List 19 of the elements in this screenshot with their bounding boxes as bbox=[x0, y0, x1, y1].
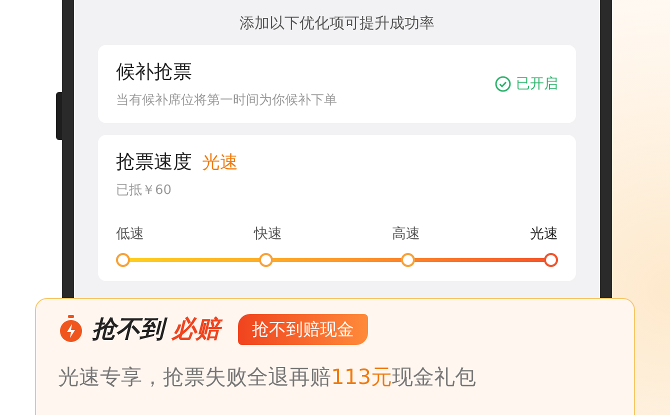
slider-stop[interactable] bbox=[258, 253, 273, 267]
waitlist-subtitle: 当有候补席位将第一时间为你候补下单 bbox=[116, 92, 337, 109]
speed-label[interactable]: 低速 bbox=[116, 225, 144, 243]
waitlist-title: 候补抢票 bbox=[116, 60, 193, 85]
hint-text: 添加以下优化项可提升成功率 bbox=[238, 14, 436, 33]
speed-label[interactable]: 快速 bbox=[254, 225, 282, 243]
speed-label[interactable]: 光速 bbox=[530, 225, 558, 243]
banner-text: 光速专享，抢票失败全退再赔113元现金礼包 bbox=[58, 364, 478, 391]
status-label: 已开启 bbox=[516, 75, 558, 93]
discount-text: 已抵￥60 bbox=[116, 182, 173, 199]
speed-label[interactable]: 高速 bbox=[392, 225, 420, 243]
speed-title: 抢票速度 bbox=[116, 150, 192, 175]
check-circle-icon bbox=[495, 76, 511, 92]
slider-stop[interactable] bbox=[116, 253, 130, 267]
current-speed: 光速 bbox=[202, 151, 238, 174]
stopwatch-bolt-icon bbox=[58, 315, 84, 343]
cash-tag: 抢不到赔现金 bbox=[238, 314, 368, 344]
slider-stop[interactable] bbox=[401, 253, 416, 267]
slider-stop[interactable] bbox=[544, 253, 558, 267]
